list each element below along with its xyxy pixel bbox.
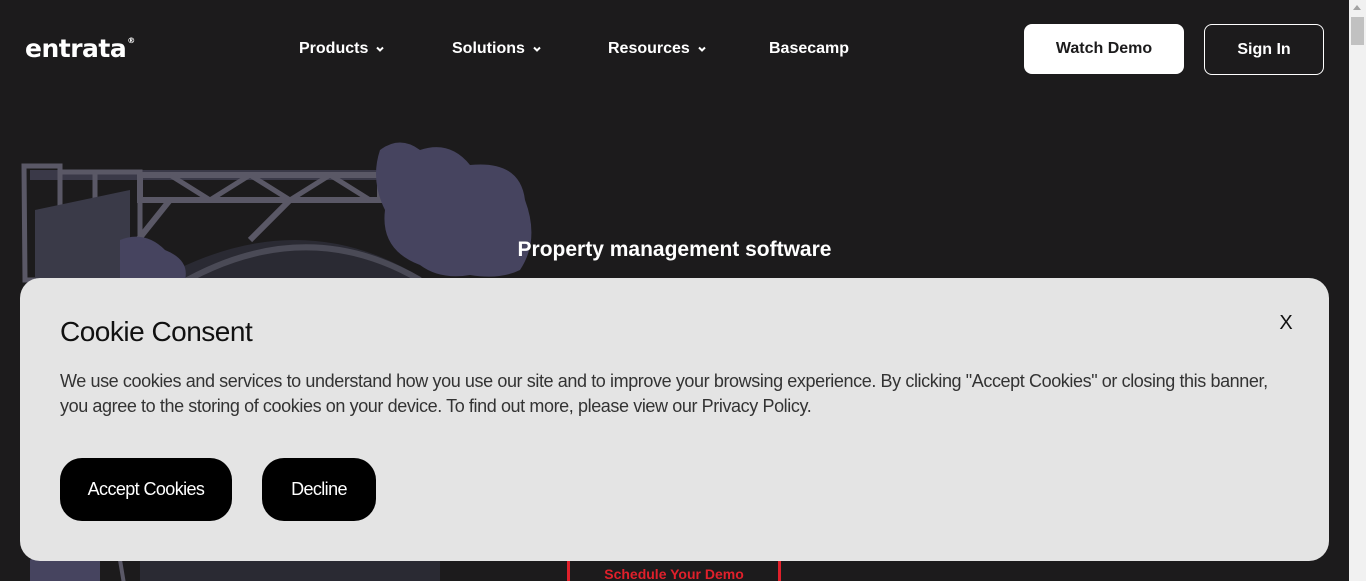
sign-in-button[interactable]: Sign In bbox=[1204, 24, 1324, 75]
logo-text: entrata bbox=[25, 34, 127, 63]
cookie-description: We use cookies and services to understan… bbox=[60, 371, 1268, 416]
nav-basecamp[interactable]: Basecamp bbox=[769, 38, 849, 60]
page-scrollbar[interactable] bbox=[1349, 0, 1366, 581]
decline-button[interactable]: Decline bbox=[262, 458, 376, 521]
cookie-consent-banner: Cookie Consent X We use cookies and serv… bbox=[20, 278, 1329, 561]
nav-products[interactable]: Products bbox=[299, 38, 385, 60]
close-icon[interactable]: X bbox=[1276, 312, 1296, 336]
chevron-down-icon bbox=[533, 46, 541, 52]
nav-products-label: Products bbox=[299, 40, 369, 57]
chevron-down-icon bbox=[698, 46, 706, 52]
scroll-up-icon[interactable] bbox=[1353, 5, 1361, 10]
watch-demo-button[interactable]: Watch Demo bbox=[1024, 24, 1184, 74]
logo-registered-mark: ® bbox=[127, 36, 135, 45]
cookie-title: Cookie Consent bbox=[60, 316, 253, 347]
nav-resources[interactable]: Resources bbox=[608, 38, 707, 60]
nav-solutions-label: Solutions bbox=[452, 40, 525, 57]
accept-cookies-button[interactable]: Accept Cookies bbox=[60, 458, 232, 521]
nav-resources-label: Resources bbox=[608, 40, 690, 57]
hero-title: Property management software bbox=[517, 238, 832, 261]
nav-basecamp-label: Basecamp bbox=[769, 40, 850, 57]
nav-solutions[interactable]: Solutions bbox=[452, 38, 542, 60]
scrollbar-thumb[interactable] bbox=[1351, 17, 1364, 45]
chevron-down-icon bbox=[376, 46, 385, 52]
entrata-logo[interactable]: entrata® bbox=[25, 34, 135, 63]
site-header: entrata® Products Solutions Resources Ba… bbox=[0, 0, 1349, 96]
